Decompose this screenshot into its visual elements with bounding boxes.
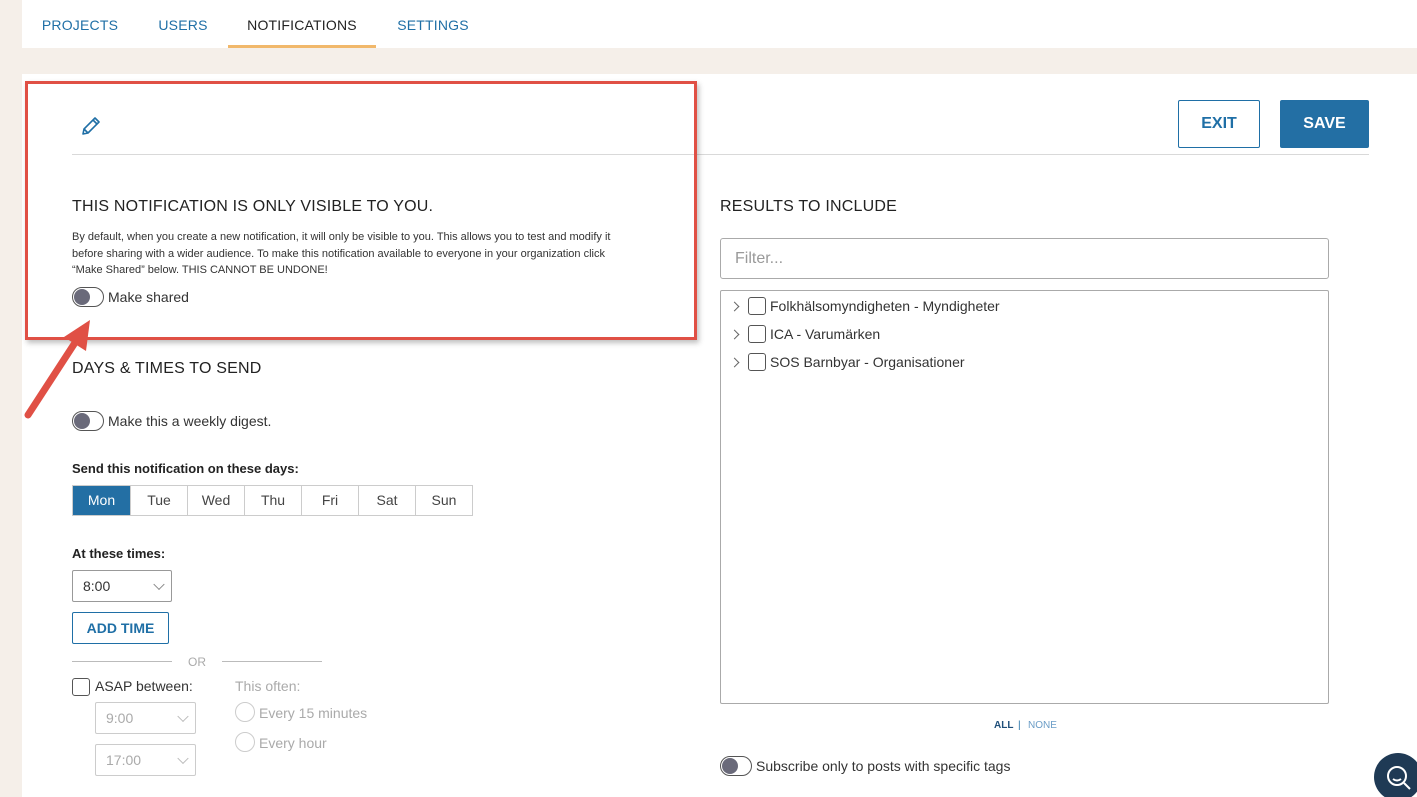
results-heading: RESULTS TO INCLUDE xyxy=(720,198,897,215)
tree-item-checkbox[interactable] xyxy=(748,297,766,315)
asap-to-select[interactable]: 17:00 xyxy=(95,744,196,776)
frequency-option-label: Every hour xyxy=(259,735,327,751)
time-select[interactable]: 8:00 xyxy=(72,570,172,602)
weekly-digest-label: Make this a weekly digest. xyxy=(108,413,272,429)
day-thu[interactable]: Thu xyxy=(244,486,301,515)
schedule-heading: DAYS & TIMES TO SEND xyxy=(72,360,262,377)
make-shared-toggle[interactable] xyxy=(72,287,104,307)
subscribe-tags-toggle[interactable] xyxy=(720,756,752,776)
weekly-digest-toggle[interactable] xyxy=(72,411,104,431)
chevron-down-icon xyxy=(177,710,189,723)
visibility-heading: THIS NOTIFICATION IS ONLY VISIBLE TO YOU… xyxy=(72,198,434,215)
toggle-knob xyxy=(74,413,90,429)
search-chat-icon xyxy=(1387,766,1411,790)
asap-to-value: 17:00 xyxy=(106,752,142,768)
pencil-icon[interactable] xyxy=(79,114,103,138)
top-nav: PROJECTS USERS NOTIFICATIONS SETTINGS xyxy=(22,0,1417,48)
visibility-description: By default, when you create a new notifi… xyxy=(72,229,672,279)
visibility-description-line: By default, when you create a new notifi… xyxy=(72,231,611,243)
chevron-right-icon[interactable] xyxy=(729,301,740,311)
or-label: OR xyxy=(188,655,206,669)
tree-item-checkbox[interactable] xyxy=(748,325,766,343)
day-mon[interactable]: Mon xyxy=(73,486,130,515)
day-selector: Mon Tue Wed Thu Fri Sat Sun xyxy=(72,485,473,516)
asap-from-select[interactable]: 9:00 xyxy=(95,702,196,734)
visibility-description-line: before sharing with a wider audience. To… xyxy=(72,247,605,260)
asap-label: ASAP between: xyxy=(95,678,193,694)
subscribe-tags-label: Subscribe only to posts with specific ta… xyxy=(756,758,1011,774)
tab-projects[interactable]: PROJECTS xyxy=(34,0,126,48)
tree-item-label: ICA - Varumärken xyxy=(770,326,881,342)
tree-item[interactable]: Folkhälsomyndigheten - Myndigheter xyxy=(729,295,1000,317)
tab-settings[interactable]: SETTINGS xyxy=(388,0,478,48)
day-tue[interactable]: Tue xyxy=(130,486,187,515)
day-sun[interactable]: Sun xyxy=(415,486,472,515)
frequency-option-label: Every 15 minutes xyxy=(259,705,368,721)
day-sat[interactable]: Sat xyxy=(358,486,415,515)
frequency-radio-15min[interactable] xyxy=(235,702,255,722)
asap-from-value: 9:00 xyxy=(106,710,134,726)
asap-checkbox[interactable] xyxy=(72,678,90,696)
chevron-right-icon[interactable] xyxy=(729,329,740,339)
times-label: At these times: xyxy=(72,546,166,561)
days-label: Send this notification on these days: xyxy=(72,461,299,476)
tree-item[interactable]: ICA - Varumärken xyxy=(729,323,880,345)
tab-notifications[interactable]: NOTIFICATIONS xyxy=(228,0,376,48)
day-fri[interactable]: Fri xyxy=(301,486,358,515)
save-button[interactable]: SAVE xyxy=(1280,100,1369,148)
select-none-link[interactable]: NONE xyxy=(1028,720,1057,731)
chevron-down-icon xyxy=(177,752,189,765)
select-all-link[interactable]: ALL xyxy=(994,720,1013,731)
add-time-button[interactable]: ADD TIME xyxy=(72,612,169,644)
chevron-down-icon xyxy=(153,578,165,591)
header-divider xyxy=(72,154,1369,155)
day-wed[interactable]: Wed xyxy=(187,486,244,515)
filter-input[interactable] xyxy=(720,238,1329,279)
toggle-knob xyxy=(74,289,90,305)
results-tree: Folkhälsomyndigheten - Myndigheter ICA -… xyxy=(720,290,1329,704)
frequency-label: This often: xyxy=(235,678,301,694)
chevron-right-icon[interactable] xyxy=(729,357,740,367)
toggle-knob xyxy=(722,758,738,774)
time-select-value: 8:00 xyxy=(83,578,111,594)
frequency-radio-hour[interactable] xyxy=(235,732,255,752)
all-none-separator: | xyxy=(1018,720,1021,731)
or-divider-right xyxy=(222,661,322,662)
tab-users[interactable]: USERS xyxy=(150,0,216,48)
tree-item-label: SOS Barnbyar - Organisationer xyxy=(770,354,965,370)
make-shared-label: Make shared xyxy=(108,289,189,305)
visibility-description-line: “Make Shared” below. THIS CANNOT BE UNDO… xyxy=(72,264,328,276)
chat-widget-button[interactable] xyxy=(1374,753,1417,797)
tree-item[interactable]: SOS Barnbyar - Organisationer xyxy=(729,351,965,373)
tree-item-checkbox[interactable] xyxy=(748,353,766,371)
or-divider-left xyxy=(72,661,172,662)
tree-item-label: Folkhälsomyndigheten - Myndigheter xyxy=(770,298,1000,314)
exit-button[interactable]: EXIT xyxy=(1178,100,1260,148)
